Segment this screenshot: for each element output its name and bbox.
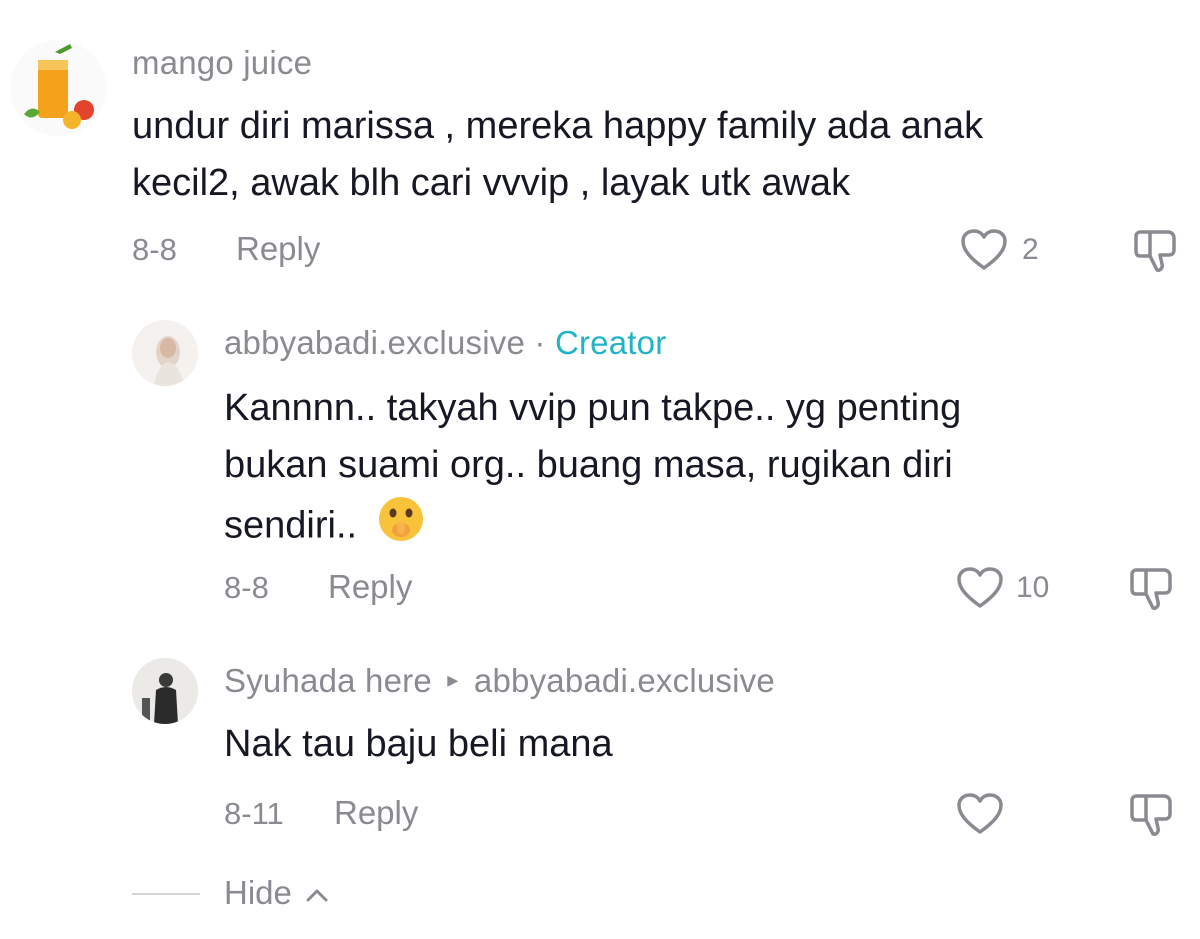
reply-button[interactable]: Reply (236, 230, 320, 268)
comment-username[interactable]: Syuhada here (224, 662, 432, 699)
comment-date: 8-8 (132, 232, 177, 267)
comment-text-line: Kannnn.. takyah vvip pun takpe.. yg pent… (224, 387, 962, 429)
heart-icon (961, 229, 1007, 270)
divider (132, 893, 200, 895)
comment-date: 8-11 (224, 796, 284, 831)
comment-username[interactable]: mango juice (132, 44, 312, 82)
thumbs-down-icon (1134, 230, 1176, 272)
chevron-up-icon (306, 889, 328, 902)
avatar[interactable] (10, 40, 106, 136)
avatar[interactable] (132, 320, 198, 386)
comment-text-line-with-emoji: sendiri.. (224, 494, 1164, 561)
comment-date: 8-8 (224, 570, 269, 605)
reply-arrow-icon: ▸ (447, 667, 459, 693)
heart-icon (957, 567, 1003, 608)
comment-text-line: bukan suami org.. buang masa, rugikan di… (224, 444, 953, 486)
comment-text-line: kecil2, awak blh cari vvvip , layak utk … (132, 162, 851, 204)
avatar[interactable] (132, 658, 198, 724)
dislike-button[interactable] (1132, 226, 1180, 274)
comment-username-row: abbyabadi.exclusive · Creator (224, 324, 666, 362)
hide-replies-button[interactable]: Hide (224, 874, 329, 912)
like-count: 10 (1016, 571, 1050, 604)
person-avatar-icon (132, 658, 198, 724)
comment-text-line: sendiri.. (224, 504, 358, 547)
comment-text-line: undur diri marissa , mereka happy family… (132, 105, 984, 147)
dislike-button[interactable] (1128, 790, 1176, 838)
reply-button[interactable]: Reply (328, 568, 412, 606)
mango-juice-avatar-icon (24, 44, 94, 129)
comment-text: Nak tau baju beli mana (224, 723, 613, 765)
creator-badge: Creator (554, 324, 667, 361)
comment-text: undur diri marissa , mereka happy family… (132, 98, 1162, 212)
reply-to-username[interactable]: abbyabadi.exclusive (474, 662, 775, 699)
comment-username-row: Syuhada here ▸ abbyabadi.exclusive (224, 662, 775, 700)
like-count: 2 (1022, 233, 1039, 266)
like-button[interactable] (956, 566, 1004, 610)
hide-label: Hide (224, 874, 292, 911)
comment-text: Kannnn.. takyah vvip pun takpe.. yg pent… (224, 380, 1164, 561)
comment-username[interactable]: abbyabadi.exclusive (224, 324, 525, 361)
heart-icon (957, 793, 1003, 834)
separator-dot: · (534, 324, 546, 361)
like-button[interactable] (956, 792, 1004, 836)
shushing-face-emoji (376, 494, 426, 561)
thumbs-down-icon (1130, 568, 1172, 610)
woman-avatar-icon (132, 320, 198, 386)
like-button[interactable] (960, 228, 1008, 272)
dislike-button[interactable] (1128, 564, 1176, 612)
reply-button[interactable]: Reply (334, 794, 418, 832)
thumbs-down-icon (1130, 794, 1172, 836)
